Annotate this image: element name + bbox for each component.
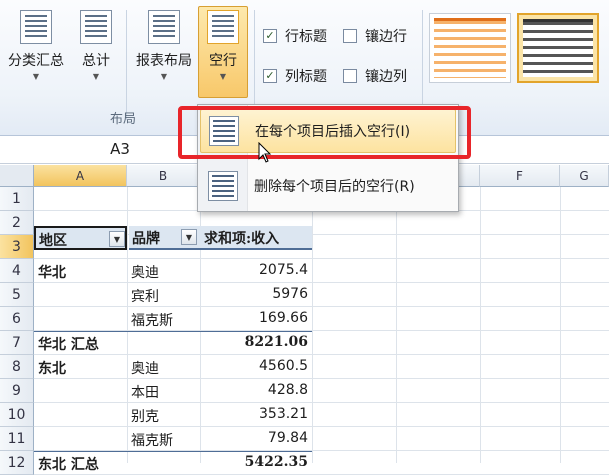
banded-rows-checkbox[interactable]: 镶边行 bbox=[343, 26, 407, 46]
blank-rows-label: 空行 bbox=[209, 53, 237, 69]
chevron-down-icon: ▼ bbox=[32, 72, 40, 81]
remove-blank-row-menu-item[interactable]: 删除每个项目后的空行(R) bbox=[200, 164, 456, 208]
brand-cell[interactable]: 宾利 bbox=[131, 286, 159, 306]
select-all-corner[interactable] bbox=[0, 165, 34, 187]
region-cell[interactable]: 华北 bbox=[38, 262, 66, 282]
column-header-a[interactable]: A bbox=[34, 165, 127, 187]
sum-header-label: 求和项:收入 bbox=[204, 231, 280, 247]
row-header[interactable]: 9 bbox=[0, 379, 34, 403]
report-layout-button[interactable]: 报表布局 ▼ bbox=[131, 10, 197, 81]
checkbox-unchecked-icon bbox=[343, 29, 357, 43]
row-headers-checkbox[interactable]: ✓ 行标题 bbox=[263, 26, 327, 46]
brand-cell[interactable]: 本田 bbox=[131, 382, 159, 402]
column-headers-checkbox[interactable]: ✓ 列标题 bbox=[263, 66, 327, 86]
value-cell[interactable]: 169.66 bbox=[200, 310, 308, 326]
brand-cell[interactable]: 奥迪 bbox=[131, 262, 159, 282]
region-total-cell[interactable]: 东北 汇总 bbox=[38, 454, 99, 474]
column-headers-label: 列标题 bbox=[285, 69, 327, 85]
remove-blank-row-label: 删除每个项目后的空行(R) bbox=[254, 179, 415, 195]
row-header[interactable]: 2 bbox=[0, 211, 34, 235]
pivot-header-sum: 求和项:收入 bbox=[200, 226, 312, 250]
grand-total-button[interactable]: 总计 ▼ bbox=[72, 10, 120, 81]
pivot-style-orange[interactable] bbox=[429, 13, 511, 83]
value-cell[interactable]: 79.84 bbox=[200, 430, 308, 446]
row-header[interactable]: 12 bbox=[0, 451, 34, 475]
brand-header-label: 品牌 bbox=[132, 231, 160, 247]
checkbox-checked-icon: ✓ bbox=[263, 69, 277, 83]
row-header[interactable]: 7 bbox=[0, 331, 34, 355]
brand-cell[interactable]: 奥迪 bbox=[131, 358, 159, 378]
brand-cell[interactable]: 福克斯 bbox=[131, 430, 173, 450]
banded-columns-label: 镶边列 bbox=[365, 69, 407, 85]
blank-rows-icon bbox=[207, 10, 239, 44]
banded-columns-checkbox[interactable]: 镶边列 bbox=[343, 66, 407, 86]
chevron-down-icon: ▼ bbox=[92, 72, 100, 81]
report-layout-label: 报表布局 bbox=[136, 53, 192, 69]
pivot-style-gallery bbox=[427, 8, 609, 86]
value-cell[interactable]: 428.8 bbox=[200, 382, 308, 398]
total-value-cell[interactable]: 5422.35 bbox=[200, 454, 308, 470]
grand-total-icon bbox=[80, 10, 112, 44]
region-total-cell[interactable]: 华北 汇总 bbox=[38, 334, 99, 354]
row-header[interactable]: 4 bbox=[0, 259, 34, 283]
pivot-header-brand[interactable]: 品牌 ▼ bbox=[129, 226, 200, 250]
mouse-cursor-icon bbox=[258, 142, 272, 163]
row-header[interactable]: 6 bbox=[0, 307, 34, 331]
row-header[interactable]: 11 bbox=[0, 427, 34, 451]
value-cell[interactable]: 4560.5 bbox=[200, 358, 308, 374]
highlight-frame bbox=[178, 106, 471, 159]
brand-cell[interactable]: 福克斯 bbox=[131, 310, 173, 330]
row-header[interactable]: 3 bbox=[0, 235, 34, 259]
checkbox-unchecked-icon bbox=[343, 69, 357, 83]
row-header[interactable]: 10 bbox=[0, 403, 34, 427]
row-header[interactable]: 5 bbox=[0, 283, 34, 307]
checkbox-checked-icon: ✓ bbox=[263, 29, 277, 43]
total-value-cell[interactable]: 8221.06 bbox=[200, 334, 308, 350]
filter-dropdown-icon[interactable]: ▼ bbox=[181, 229, 197, 245]
report-layout-icon bbox=[148, 10, 180, 44]
subtotal-icon bbox=[20, 10, 52, 44]
chevron-down-icon: ▼ bbox=[219, 72, 227, 81]
column-header-f[interactable]: F bbox=[480, 165, 560, 187]
brand-cell[interactable]: 别克 bbox=[131, 406, 159, 426]
column-header-b[interactable]: B bbox=[127, 165, 200, 187]
row-header[interactable]: 1 bbox=[0, 187, 34, 211]
row-header[interactable]: 8 bbox=[0, 355, 34, 379]
grand-total-label: 总计 bbox=[82, 53, 110, 69]
subtotal-button[interactable]: 分类汇总 ▼ bbox=[2, 10, 70, 81]
blank-rows-button[interactable]: 空行 ▼ bbox=[198, 6, 248, 98]
subtotal-label: 分类汇总 bbox=[8, 53, 64, 69]
pivot-header-region[interactable]: 地区 ▼ bbox=[34, 226, 127, 250]
value-cell[interactable]: 5976 bbox=[200, 286, 308, 302]
chevron-down-icon: ▼ bbox=[160, 72, 168, 81]
remove-blank-row-icon bbox=[208, 171, 238, 201]
column-header-g[interactable]: G bbox=[560, 165, 609, 187]
value-cell[interactable]: 2075.4 bbox=[200, 262, 308, 278]
value-cell[interactable]: 353.21 bbox=[200, 406, 308, 422]
banded-rows-label: 镶边行 bbox=[365, 29, 407, 45]
region-cell[interactable]: 东北 bbox=[38, 358, 66, 378]
layout-group-label: 布局 bbox=[110, 112, 137, 127]
row-headers-label: 行标题 bbox=[285, 29, 327, 45]
filter-dropdown-icon[interactable]: ▼ bbox=[109, 231, 125, 247]
region-header-label: 地区 bbox=[39, 233, 67, 249]
ribbon-separator bbox=[126, 10, 127, 120]
pivot-style-dark-selected[interactable] bbox=[517, 13, 599, 83]
